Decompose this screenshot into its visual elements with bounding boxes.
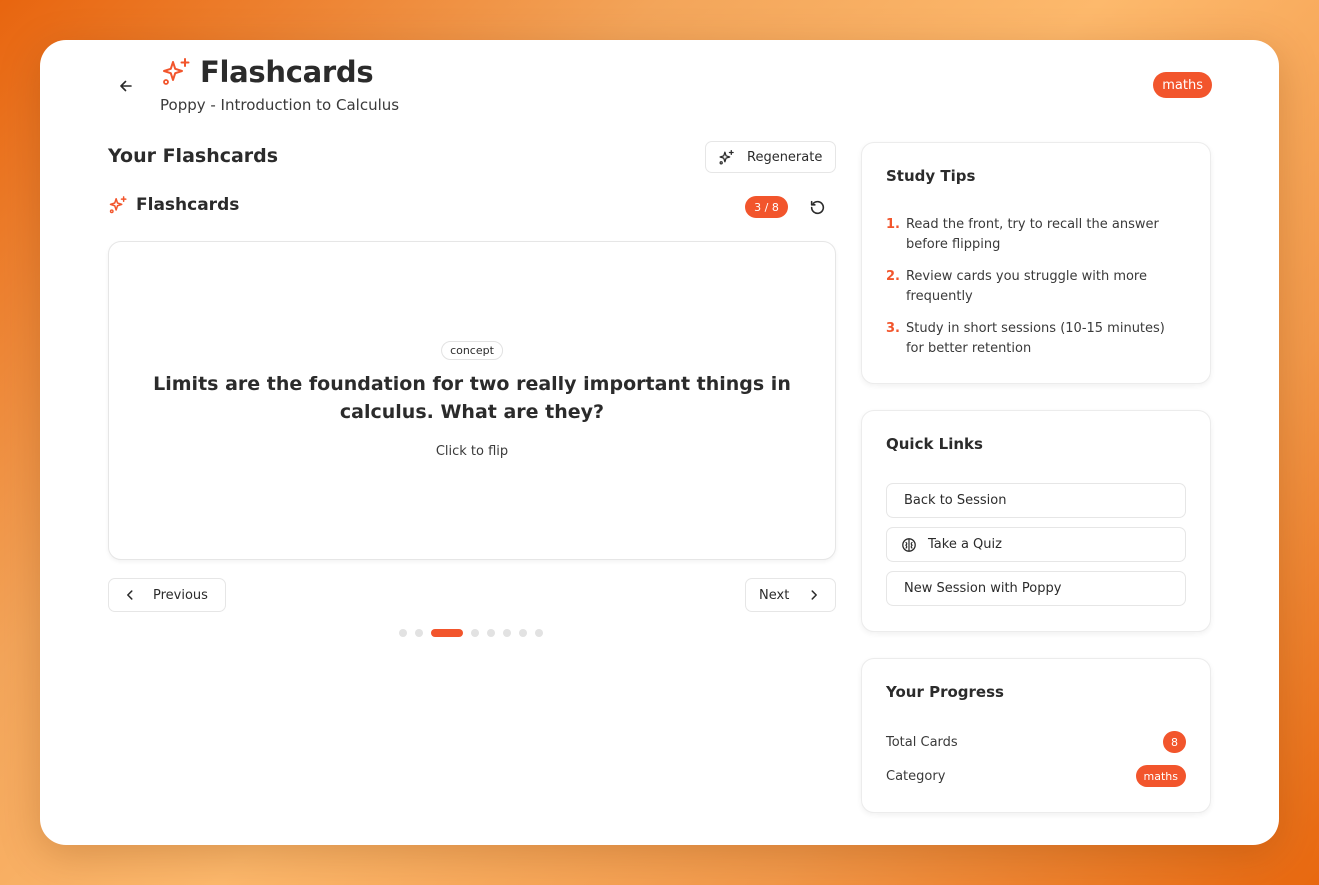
regenerate-label: Regenerate	[747, 149, 823, 165]
flashcards-label: Flashcards	[136, 195, 240, 215]
tip-item: 3. Study in short sessions (10-15 minute…	[886, 319, 1186, 359]
sparkles-icon	[719, 149, 734, 164]
page-title: Flashcards	[200, 55, 374, 89]
study-tips-title: Study Tips	[886, 167, 976, 185]
next-button[interactable]: Next	[745, 578, 836, 612]
pagination-dot[interactable]	[471, 629, 479, 637]
progress-panel: Your Progress Total Cards 8 Category mat…	[861, 658, 1211, 813]
pagination-dot[interactable]	[535, 629, 543, 637]
chevron-left-icon	[127, 590, 133, 600]
flashcard[interactable]: concept Limits are the foundation for tw…	[108, 241, 836, 560]
app-window: Flashcards Poppy - Introduction to Calcu…	[40, 40, 1279, 845]
reset-button[interactable]	[807, 197, 827, 217]
back-to-session-link[interactable]: Back to Session	[886, 483, 1186, 518]
arrow-left-icon	[120, 80, 132, 92]
pagination-dot[interactable]	[487, 629, 495, 637]
previous-label: Previous	[153, 587, 208, 603]
previous-button[interactable]: Previous	[108, 578, 226, 612]
pagination-dot[interactable]	[519, 629, 527, 637]
category-value-badge: maths	[1135, 765, 1186, 787]
card-type-tag: concept	[441, 341, 503, 360]
quick-links-panel: Quick Links Back to Session Take a Quiz …	[861, 410, 1211, 632]
page-header: Flashcards	[160, 55, 374, 89]
pagination-dot[interactable]	[503, 629, 511, 637]
category-label: Category	[886, 768, 946, 784]
page-subtitle: Poppy - Introduction to Calculus	[160, 96, 400, 114]
tip-text: Read the front, try to recall the answer…	[905, 217, 1159, 252]
card-question: Limits are the foundation for two really…	[153, 373, 791, 423]
progress-title: Your Progress	[886, 683, 1004, 701]
regenerate-button[interactable]: Regenerate	[705, 141, 836, 173]
brain-icon	[902, 537, 916, 552]
total-cards-label: Total Cards	[886, 734, 958, 750]
back-button[interactable]	[114, 74, 138, 98]
tip-number: 1.	[886, 217, 900, 232]
take-quiz-link[interactable]: Take a Quiz	[886, 527, 1186, 562]
link-label: Take a Quiz	[928, 537, 1002, 552]
pagination-dot-active[interactable]	[431, 629, 463, 637]
card-pagination-dots	[399, 629, 543, 637]
chevron-right-icon	[811, 590, 818, 600]
section-title: Your Flashcards	[108, 145, 279, 167]
tip-item: 1. Read the front, try to recall the ans…	[886, 215, 1186, 255]
tip-number: 2.	[886, 269, 900, 284]
tip-text: Study in short sessions (10-15 minutes) …	[905, 321, 1165, 356]
link-label: Back to Session	[904, 493, 1007, 508]
card-counter-badge: 3 / 8	[745, 196, 788, 218]
total-cards-row: Total Cards 8	[886, 731, 1186, 753]
flashcards-header: Flashcards	[108, 195, 239, 215]
study-tips-panel: Study Tips 1. Read the front, try to rec…	[861, 142, 1211, 384]
sparkles-icon	[109, 196, 127, 214]
flip-hint: Click to flip	[435, 444, 509, 459]
pagination-dot[interactable]	[415, 629, 423, 637]
sparkles-icon	[163, 58, 190, 85]
tip-item: 2. Review cards you struggle with more f…	[886, 267, 1186, 307]
total-cards-badge: 8	[1163, 731, 1186, 753]
next-label: Next	[759, 587, 790, 603]
tip-text: Review cards you struggle with more freq…	[905, 269, 1147, 304]
category-row: Category maths	[886, 765, 1186, 787]
quick-links-title: Quick Links	[886, 435, 983, 453]
new-session-link[interactable]: New Session with Poppy	[886, 571, 1186, 606]
link-label: New Session with Poppy	[904, 581, 1062, 596]
category-badge: maths	[1153, 72, 1212, 98]
pagination-dot[interactable]	[399, 629, 407, 637]
tip-number: 3.	[886, 321, 900, 336]
rotate-ccw-icon	[810, 200, 824, 214]
